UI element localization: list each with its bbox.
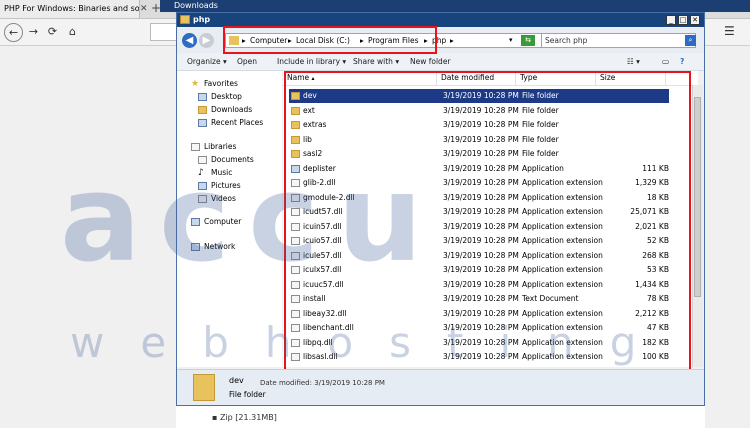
desktop-icon xyxy=(198,93,207,101)
nav-computer[interactable]: Computer xyxy=(204,217,241,226)
new-folder-button[interactable]: New folder xyxy=(410,53,451,70)
home-icon[interactable]: ⌂ xyxy=(64,23,81,40)
refresh-icon[interactable]: ⇆ xyxy=(521,35,535,46)
nav-network[interactable]: Network xyxy=(204,242,235,251)
recent-places-icon xyxy=(198,119,207,127)
file-list-highlight-box xyxy=(284,71,691,381)
folder-icon xyxy=(193,374,215,401)
nav-recent-places[interactable]: Recent Places xyxy=(211,118,263,127)
nav-documents[interactable]: Documents xyxy=(211,155,254,164)
scrollbar-thumb[interactable] xyxy=(694,97,701,297)
menu-icon[interactable]: ☰ xyxy=(724,24,735,38)
browser-side-gutter xyxy=(0,46,176,428)
preview-pane-icon[interactable]: ▭ xyxy=(662,53,669,70)
browser-tab[interactable]: PHP For Windows: Binaries and sources xyxy=(0,0,140,18)
documents-icon xyxy=(198,156,207,164)
title-bar[interactable]: php _ □ ✕ xyxy=(177,13,704,27)
window-title: php xyxy=(193,15,211,24)
open-button[interactable]: Open xyxy=(237,53,257,70)
explorer-window: php _ □ ✕ ◀ ▶ ▸ Computer ▸ Local Disk (C… xyxy=(176,12,705,406)
computer-icon xyxy=(191,218,200,226)
downloads-window-title: Downloads xyxy=(160,0,750,12)
reload-icon[interactable]: ⟳ xyxy=(44,23,61,40)
libraries-icon xyxy=(191,143,200,151)
tab-close-icon[interactable]: ✕ xyxy=(140,4,148,14)
nav-libraries[interactable]: Libraries xyxy=(204,142,236,151)
star-icon: ★ xyxy=(191,79,200,89)
search-input[interactable]: Search php xyxy=(541,33,696,48)
help-icon[interactable]: ? xyxy=(680,53,684,70)
share-with-button[interactable]: Share with ▾ xyxy=(353,53,399,70)
address-highlight-box xyxy=(223,26,437,54)
forward-arrow-icon[interactable]: ▶ xyxy=(199,33,214,48)
nav-pictures[interactable]: Pictures xyxy=(211,181,241,190)
details-date: Date modified: 3/19/2019 10:28 PM xyxy=(260,379,385,387)
maximize-button[interactable]: □ xyxy=(678,15,688,25)
organize-button[interactable]: Organize ▾ xyxy=(187,53,227,70)
zip-download-text[interactable]: ▪ Zip [21.31MB] xyxy=(212,413,277,422)
navigation-pane: ★ Favorites Desktop Downloads Recent Pla… xyxy=(177,71,282,367)
include-in-library-button[interactable]: Include in library ▾ xyxy=(277,53,346,70)
music-icon: ♪ xyxy=(198,168,204,178)
command-bar: Organize ▾ Open Include in library ▾ Sha… xyxy=(177,53,704,71)
minimize-button[interactable]: _ xyxy=(666,15,676,25)
chevron-down-icon[interactable]: ▾ xyxy=(509,33,519,48)
forward-arrow-icon[interactable]: → xyxy=(25,23,42,40)
nav-music[interactable]: Music xyxy=(211,168,232,177)
nav-favorites[interactable]: Favorites xyxy=(204,79,238,88)
back-arrow-icon[interactable]: ← xyxy=(4,23,23,42)
search-icon[interactable]: ⌕ xyxy=(685,35,696,46)
downloads-icon xyxy=(198,106,207,114)
view-options-icon[interactable]: ☷ ▾ xyxy=(627,53,640,70)
details-type: File folder xyxy=(229,390,266,399)
nav-downloads[interactable]: Downloads xyxy=(211,105,252,114)
close-button[interactable]: ✕ xyxy=(690,15,700,25)
network-icon xyxy=(191,243,200,251)
folder-icon xyxy=(180,15,190,24)
videos-icon xyxy=(198,195,207,203)
details-pane: dev Date modified: 3/19/2019 10:28 PM Fi… xyxy=(177,369,704,405)
browser-side-gutter-right xyxy=(705,46,750,428)
breadcrumb-separator: ▸ xyxy=(450,36,454,45)
pictures-icon xyxy=(198,182,207,190)
nav-videos[interactable]: Videos xyxy=(211,194,236,203)
details-name: dev xyxy=(229,376,244,385)
vertical-scrollbar[interactable] xyxy=(692,85,703,367)
nav-desktop[interactable]: Desktop xyxy=(211,92,242,101)
back-arrow-icon[interactable]: ◀ xyxy=(182,33,197,48)
